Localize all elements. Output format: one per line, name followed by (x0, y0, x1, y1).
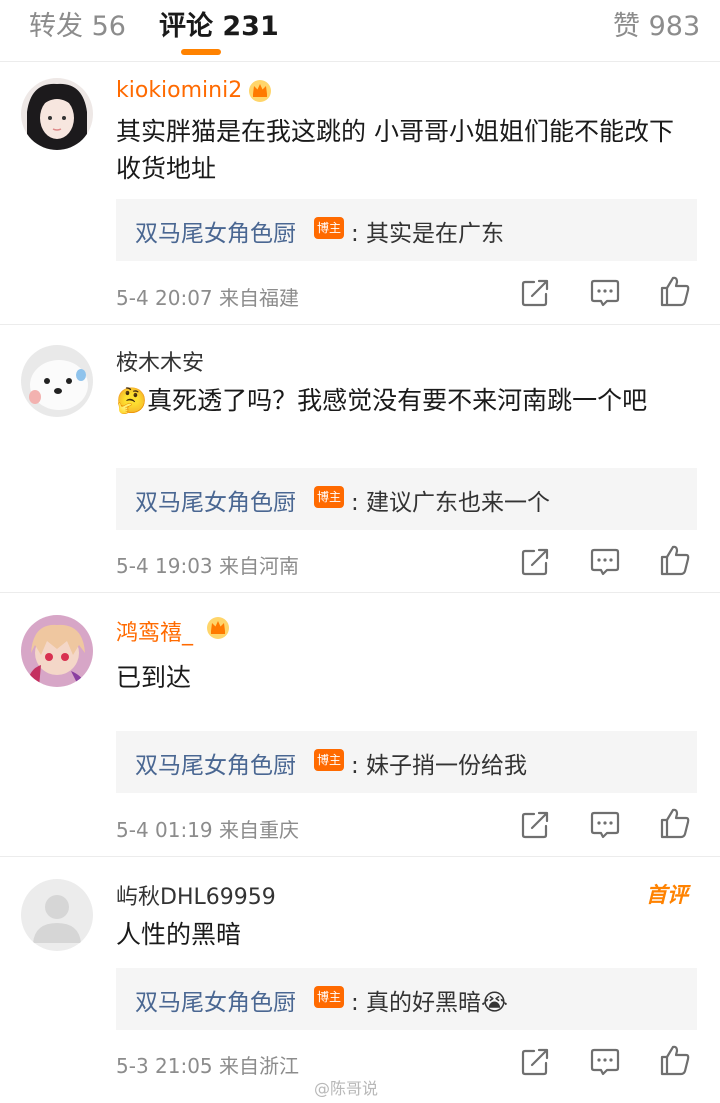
like-icon[interactable] (658, 543, 692, 577)
avatar[interactable] (21, 345, 93, 417)
tab-comments[interactable]: 评论 231 (159, 4, 279, 43)
reply-box[interactable]: 双马尾女角色厨 博主 : 其实是在广东 (116, 199, 697, 261)
comment-meta: 5-4 19:03 来自河南 (116, 554, 300, 578)
tab-reposts[interactable]: 转发 56 (29, 4, 126, 43)
reply-author[interactable]: 双马尾女角色厨 (135, 483, 296, 517)
comment-text: 已到达 (116, 663, 192, 692)
share-icon[interactable] (518, 1045, 552, 1079)
comment-meta: 5-3 21:05 来自浙江 (116, 1054, 300, 1078)
reply-text: : 建议广东也来一个 (351, 490, 551, 516)
author-badge: 博主 (314, 749, 344, 771)
comment-meta: 5-4 01:19 来自重庆 (116, 818, 300, 842)
comment-icon[interactable] (588, 276, 622, 310)
thinking-emoji-icon: 🤔 (116, 386, 148, 415)
comment-item: 屿秋DHL69959 首评 人性的黑暗 双马尾女角色厨 博主 : 真的好黑暗😭 … (0, 857, 720, 1103)
author-badge: 博主 (314, 217, 344, 239)
reply-box[interactable]: 双马尾女角色厨 博主 : 建议广东也来一个 (116, 468, 697, 530)
share-icon[interactable] (518, 808, 552, 842)
username[interactable]: 鸿鸾禧_ (116, 615, 193, 647)
comment-icon[interactable] (588, 545, 622, 579)
author-badge: 博主 (314, 486, 344, 508)
comment-text: 人性的黑暗 (116, 920, 242, 949)
avatar[interactable] (21, 879, 93, 951)
reply-box[interactable]: 双马尾女角色厨 博主 : 真的好黑暗😭 (116, 968, 697, 1030)
comment-text: 🤔真死透了吗？我感觉没有要不来河南跳一个吧 (116, 386, 648, 415)
comment-item: kiokiomini2 其实胖猫是在我这跳的 小哥哥小姐姐们能不能改下收货地址 … (0, 62, 720, 324)
reply-author[interactable]: 双马尾女角色厨 (135, 983, 296, 1017)
username[interactable]: 桉木木安 (116, 345, 204, 377)
first-comment-badge: 首评 (646, 883, 688, 907)
tab-likes[interactable]: 赞 983 (613, 4, 700, 43)
share-icon[interactable] (518, 276, 552, 310)
reply-text: : 真的好黑暗😭 (351, 990, 508, 1016)
reply-author[interactable]: 双马尾女角色厨 (135, 214, 296, 248)
comment-item: 桉木木安 🤔真死透了吗？我感觉没有要不来河南跳一个吧 双马尾女角色厨 博主 : … (0, 325, 720, 592)
comment-icon[interactable] (588, 808, 622, 842)
author-badge: 博主 (314, 986, 344, 1008)
username[interactable]: kiokiomini2 (116, 78, 242, 103)
reply-text: : 妹子捎一份给我 (351, 753, 528, 779)
comment-meta: 5-4 20:07 来自福建 (116, 286, 300, 310)
avatar[interactable] (21, 78, 93, 150)
active-tab-indicator (181, 49, 221, 55)
reply-box[interactable]: 双马尾女角色厨 博主 : 妹子捎一份给我 (116, 731, 697, 793)
reply-text: : 其实是在广东 (351, 221, 505, 247)
avatar[interactable] (21, 615, 93, 687)
like-icon[interactable] (658, 806, 692, 840)
share-icon[interactable] (518, 545, 552, 579)
tab-bar: 转发 56 评论 231 赞 983 (0, 0, 720, 62)
reply-author[interactable]: 双马尾女角色厨 (135, 746, 296, 780)
crown-icon (247, 77, 273, 103)
username[interactable]: 屿秋DHL69959 (116, 879, 276, 911)
comment-icon[interactable] (588, 1045, 622, 1079)
comment-text: 其实胖猫是在我这跳的 小哥哥小姐姐们能不能改下收货地址 (116, 117, 674, 183)
like-icon[interactable] (658, 274, 692, 308)
comment-item: 鸿鸾禧_ 已到达 双马尾女角色厨 博主 : 妹子捎一份给我 5-4 01:19 … (0, 593, 720, 856)
watermark: @陈哥说 (314, 1079, 379, 1098)
crown-icon (205, 614, 231, 640)
like-icon[interactable] (658, 1043, 692, 1077)
